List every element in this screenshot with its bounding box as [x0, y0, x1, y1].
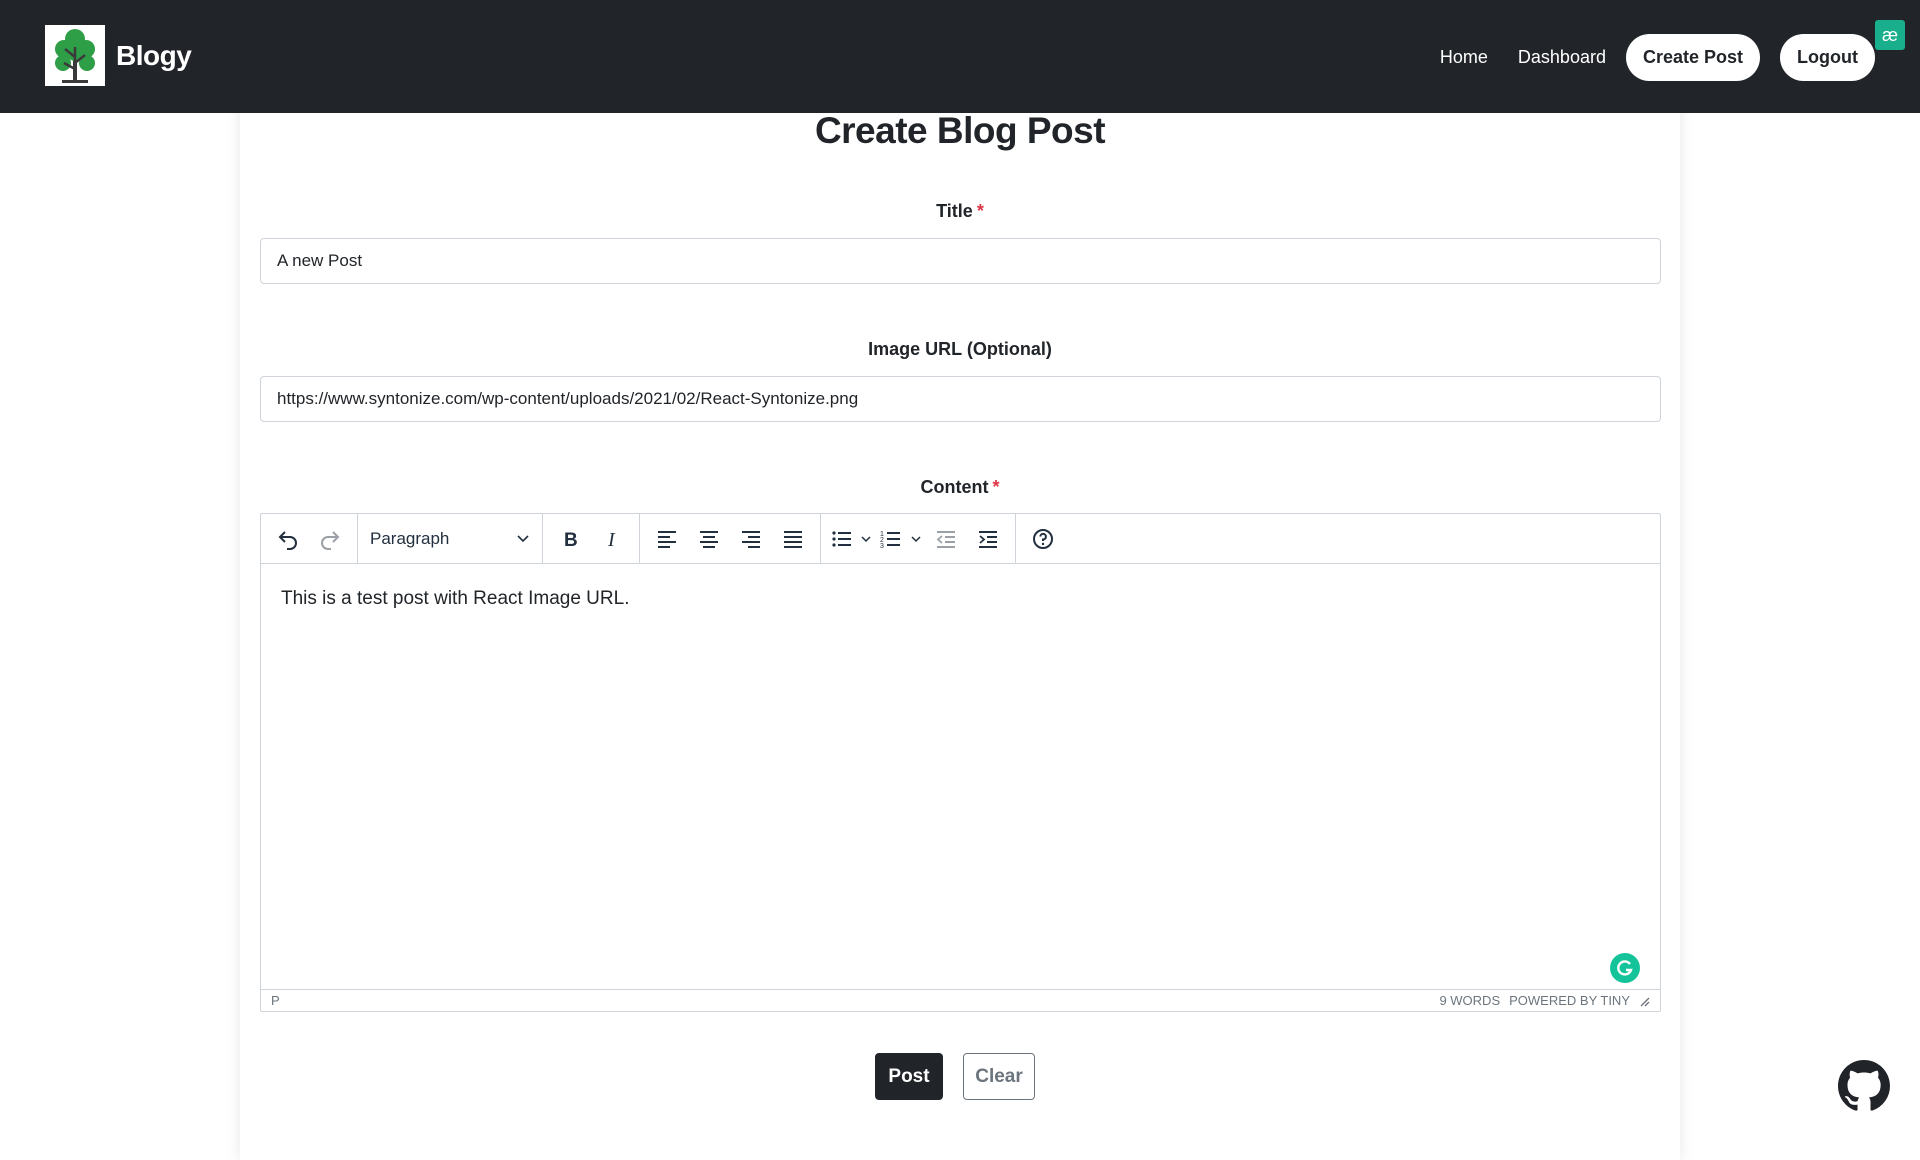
align-justify-icon [784, 530, 802, 548]
block-format-group: Paragraph [358, 514, 543, 563]
numbered-list-icon: 123 [880, 531, 900, 550]
numbered-list-options[interactable] [907, 519, 925, 559]
navbar: Blogy Home Dashboard Create Post Logout … [0, 0, 1920, 113]
help-icon [1033, 528, 1053, 549]
svg-text:3: 3 [880, 543, 884, 550]
bullet-list-button[interactable] [827, 519, 857, 559]
history-group [261, 514, 358, 563]
editor-statusbar: P 9 WORDS POWERED BY TINY [261, 989, 1660, 1011]
brand[interactable]: Blogy [45, 25, 192, 86]
alignment-group [640, 514, 821, 563]
post-button[interactable]: Post [875, 1053, 943, 1100]
text-style-group: B I [543, 514, 640, 563]
editor-content-area[interactable]: This is a test post with React Image URL… [261, 564, 1660, 971]
help-button[interactable] [1022, 519, 1064, 559]
powered-by-link[interactable]: POWERED BY TINY [1509, 993, 1630, 1008]
svg-text:I: I [607, 529, 616, 551]
chevron-down-icon [861, 535, 871, 542]
image-url-input[interactable] [260, 376, 1661, 422]
grammarly-glyph-icon [1617, 960, 1633, 976]
italic-button[interactable]: I [591, 519, 633, 559]
required-marker: * [992, 477, 1000, 497]
svg-text:B: B [564, 530, 578, 551]
statusbar-right: 9 WORDS POWERED BY TINY [1430, 993, 1650, 1008]
undo-button[interactable] [267, 519, 309, 559]
block-format-select[interactable]: Paragraph [364, 519, 536, 559]
outdent-icon [936, 530, 955, 548]
align-left-icon [658, 530, 676, 548]
list-group: 123 [821, 514, 1016, 563]
bold-button[interactable]: B [549, 519, 591, 559]
nav-create-post-button[interactable]: Create Post [1625, 33, 1761, 81]
title-input[interactable] [260, 238, 1661, 284]
bold-icon: B [564, 530, 578, 551]
editor-paragraph[interactable]: This is a test post with React Image URL… [281, 588, 1640, 610]
required-marker: * [976, 201, 984, 221]
align-right-button[interactable] [730, 519, 772, 559]
nav-logout-button[interactable]: Logout [1780, 33, 1875, 81]
title-label: Title * [0, 201, 1920, 222]
word-count[interactable]: 9 WORDS [1439, 993, 1500, 1008]
element-path[interactable]: P [271, 993, 280, 1008]
italic-icon: I [607, 529, 616, 551]
title-label-text: Title [936, 201, 973, 221]
indent-icon [979, 530, 997, 548]
image-url-label: Image URL (Optional) [868, 339, 1052, 359]
redo-button[interactable] [309, 519, 351, 559]
nav-links: Home Dashboard Create Post Logout [1410, 33, 1875, 81]
indent-button[interactable] [967, 519, 1009, 559]
undo-icon [278, 530, 297, 550]
redo-icon [321, 530, 340, 550]
resize-handle-icon[interactable] [1638, 995, 1650, 1007]
rich-text-editor: Paragraph B I 1 2 3 This is a test post … [260, 513, 1661, 1012]
align-justify-button[interactable] [772, 519, 814, 559]
nav-dashboard-link[interactable]: Dashboard [1518, 47, 1606, 68]
bullet-list-options[interactable] [857, 519, 875, 559]
align-right-icon [742, 530, 760, 548]
align-center-button[interactable] [688, 519, 730, 559]
clear-button[interactable]: Clear [963, 1053, 1035, 1100]
align-left-button[interactable] [646, 519, 688, 559]
chevron-down-icon [517, 534, 529, 542]
github-icon[interactable] [1838, 1060, 1890, 1112]
extension-badge-icon[interactable]: æ [1875, 20, 1905, 50]
align-center-icon [700, 530, 718, 548]
nav-home-link[interactable]: Home [1440, 47, 1488, 68]
brand-name[interactable]: Blogy [116, 40, 192, 72]
outdent-button[interactable] [925, 519, 967, 559]
grammarly-icon[interactable] [1610, 953, 1640, 983]
bullet-list-icon [832, 530, 851, 547]
numbered-list-button[interactable]: 123 [875, 519, 907, 559]
tree-logo-icon [45, 25, 105, 86]
page-title: Create Blog Post [814, 110, 1106, 151]
editor-toolbar: Paragraph B I 1 2 3 [261, 514, 1660, 564]
help-group [1016, 514, 1070, 563]
content-label-text: Content [920, 477, 989, 497]
content-label: Content * [0, 477, 1920, 498]
block-format-value: Paragraph [370, 528, 450, 548]
chevron-down-icon [911, 535, 921, 542]
